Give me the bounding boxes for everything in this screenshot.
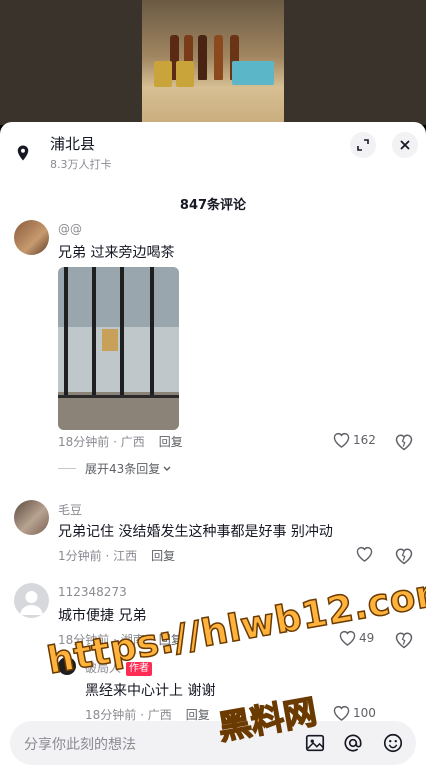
- can-graphic: [176, 61, 194, 87]
- comment-image[interactable]: [58, 267, 179, 430]
- like-button[interactable]: 100: [333, 705, 376, 721]
- dislike-icon[interactable]: [395, 433, 413, 451]
- reply-button[interactable]: 回复: [159, 633, 183, 647]
- reply-button[interactable]: 回复: [186, 708, 210, 722]
- avatar[interactable]: [14, 220, 49, 255]
- comment-username[interactable]: 毛豆: [58, 501, 82, 518]
- heart-icon: [339, 630, 356, 646]
- avatar[interactable]: [14, 500, 49, 535]
- reply-username-row: 破局人 作者: [85, 659, 153, 676]
- default-avatar-icon: [20, 591, 43, 615]
- expand-icon: [357, 139, 369, 151]
- like-button[interactable]: [356, 546, 376, 562]
- comment-text[interactable]: 兄弟 过来旁边喝茶: [58, 242, 174, 262]
- comment-time: 18分钟前 · 广西: [58, 435, 145, 449]
- tissue-box-graphic: [232, 61, 274, 85]
- comment-text[interactable]: 兄弟记住 没结婚发生这种事都是好事 别冲动: [58, 521, 333, 541]
- comment-username[interactable]: @@: [58, 222, 82, 236]
- reply-username[interactable]: 破局人: [85, 661, 121, 675]
- location-checkins: 8.3万人打卡: [50, 158, 112, 171]
- comment-count: 847条评论: [179, 198, 247, 213]
- comment-username[interactable]: 112348273: [58, 585, 127, 599]
- reply-time: 18分钟前 · 广西: [85, 708, 172, 722]
- like-count: 100: [353, 706, 376, 720]
- avatar[interactable]: [14, 583, 49, 618]
- close-button[interactable]: [392, 132, 418, 158]
- like-count: 162: [353, 433, 376, 447]
- avatar[interactable]: [58, 657, 76, 675]
- author-badge: 作者: [126, 662, 153, 676]
- comment-meta: 18分钟前 · 湖南 回复: [58, 631, 183, 648]
- dislike-icon[interactable]: [395, 631, 413, 649]
- expand-button[interactable]: [350, 132, 376, 158]
- dislike-icon[interactable]: [395, 547, 413, 565]
- bottle-graphic: [198, 35, 207, 80]
- like-button[interactable]: 49: [339, 630, 374, 646]
- comment-sheet: 浦北县 8.3万人打卡 847条评论 @@ 兄弟 过来旁边喝茶 18分钟前 · …: [0, 122, 426, 779]
- bottle-graphic: [214, 35, 223, 80]
- video-frame: [142, 0, 284, 125]
- comment-time: 18分钟前 · 湖南: [58, 633, 145, 647]
- heart-icon: [333, 432, 350, 448]
- close-icon: [400, 140, 410, 150]
- expand-replies-label: 展开43条回复: [85, 462, 161, 476]
- reply-text[interactable]: 黑经来中心计上 谢谢: [85, 680, 215, 700]
- like-button[interactable]: 162: [333, 432, 376, 448]
- storefront-photo: [58, 267, 179, 430]
- heart-icon: [356, 546, 373, 562]
- comment-input[interactable]: 分享你此刻的想法: [24, 734, 136, 754]
- comment-time: 1分钟前 · 江西: [58, 549, 138, 563]
- reply-button[interactable]: 回复: [159, 435, 183, 449]
- comment-input-bar[interactable]: 分享你此刻的想法: [10, 721, 416, 765]
- heart-icon: [333, 705, 350, 721]
- divider: [58, 468, 76, 469]
- like-count: 49: [359, 631, 375, 645]
- emoji-icon[interactable]: [382, 732, 404, 754]
- reply-button[interactable]: 回复: [151, 549, 175, 563]
- location-pin-icon: [17, 145, 29, 161]
- video-preview[interactable]: [0, 0, 426, 125]
- at-icon[interactable]: [342, 732, 364, 754]
- comment-text[interactable]: 城市便捷 兄弟: [58, 605, 146, 625]
- location-title: 浦北县: [50, 135, 96, 153]
- chevron-down-icon: [163, 466, 171, 471]
- comment-meta: 18分钟前 · 广西 回复: [58, 433, 183, 450]
- comment-meta: 1分钟前 · 江西 回复: [58, 547, 175, 564]
- can-graphic: [154, 61, 172, 87]
- expand-replies-button[interactable]: 展开43条回复: [58, 460, 172, 477]
- image-icon[interactable]: [304, 732, 326, 754]
